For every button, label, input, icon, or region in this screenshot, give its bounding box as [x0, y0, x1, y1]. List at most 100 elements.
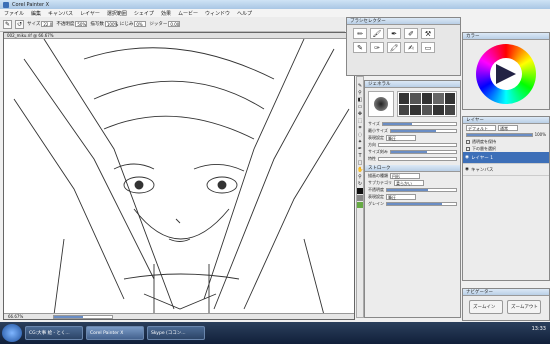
color-wheel[interactable]: [476, 44, 536, 104]
method-row: 描画の種類 円形: [365, 172, 460, 179]
opacity-field: 不透明度 50%: [56, 21, 88, 27]
zoom-slider[interactable]: [53, 315, 114, 319]
jitter-field: ジッター 0.00: [149, 21, 181, 27]
size-step-slider[interactable]: [389, 149, 457, 154]
dab-preview-dot: [374, 97, 388, 111]
feature-slider[interactable]: [378, 156, 457, 161]
taskbar: CG:大事 絵 - とく... Corel Painter X Skype (コ…: [0, 322, 550, 344]
method-label: 描画の種類: [368, 172, 388, 178]
menu-select[interactable]: 選択範囲: [107, 10, 127, 17]
jitter-input[interactable]: 0.00: [168, 21, 181, 27]
dab-type-grid[interactable]: [397, 91, 457, 117]
reset-icon[interactable]: ↺: [15, 19, 24, 29]
brush-icon[interactable]: 🖌: [370, 28, 384, 39]
canvas-window: 002_miku.rif @ 66.67% 66.67%: [3, 32, 355, 320]
grain-slider[interactable]: [386, 201, 457, 206]
text-tool-icon[interactable]: T: [357, 153, 363, 159]
menu-movie[interactable]: ムービー: [178, 10, 198, 17]
start-button[interactable]: [2, 324, 22, 342]
grabber-icon[interactable]: ✋: [357, 167, 363, 173]
brush-tool-icon[interactable]: ✎: [357, 83, 363, 89]
layer-adjust-icon[interactable]: ✥: [357, 111, 363, 117]
magnifier-icon[interactable]: ⚲: [357, 174, 363, 180]
layer-name-1: レイヤー 1: [470, 155, 494, 161]
layer-row-1[interactable]: ◉ レイヤー 1: [463, 152, 549, 164]
menu-canvas[interactable]: キャンバス: [48, 10, 73, 17]
subcat-select[interactable]: 柔らかい: [394, 179, 424, 186]
menu-effects[interactable]: 効果: [161, 10, 171, 17]
composite-select[interactable]: 通常: [498, 124, 518, 131]
layer-opacity-value: 100%: [534, 132, 546, 137]
main-color-swatch[interactable]: [357, 188, 363, 194]
size-step-label: サイズ刻み: [368, 148, 388, 154]
smooth-input[interactable]: 100%: [104, 21, 118, 27]
transform-icon[interactable]: ⬚: [357, 118, 363, 124]
menu-window[interactable]: ウィンドウ: [205, 10, 230, 17]
size-slider[interactable]: [381, 121, 457, 126]
size-input[interactable]: 22.0: [41, 21, 54, 27]
pick-checkbox[interactable]: [466, 146, 470, 151]
line-art-drawing[interactable]: [4, 39, 354, 315]
subcat-row: サブカテゴリ 柔らかい: [365, 179, 460, 186]
eraser-icon[interactable]: ▭: [421, 42, 435, 53]
menu-file[interactable]: ファイル: [4, 10, 24, 17]
paper-swatch[interactable]: [357, 195, 363, 201]
marker-icon[interactable]: ✒: [387, 28, 401, 39]
brush-tool-icon[interactable]: ✎: [3, 19, 12, 29]
paint-bucket-icon[interactable]: ◧: [357, 97, 363, 103]
layer-opacity-slider[interactable]: [466, 132, 533, 137]
opacity-slider[interactable]: [386, 187, 457, 192]
opacity-expr-select[interactable]: 筆圧: [386, 193, 416, 200]
layer-name-canvas: キャンバス: [470, 167, 494, 173]
menu-edit[interactable]: 編集: [31, 10, 41, 17]
opacity-input[interactable]: 50%: [75, 21, 88, 27]
feature-label: 特性: [368, 155, 376, 161]
dropper-icon[interactable]: ⚲: [357, 90, 363, 96]
pencil-icon[interactable]: ✏: [353, 28, 367, 39]
airbrush-icon[interactable]: ✐: [404, 28, 418, 39]
eraser-tool-icon[interactable]: ▭: [357, 104, 363, 110]
min-size-slider[interactable]: [389, 128, 457, 133]
menu-help[interactable]: ヘルプ: [237, 10, 252, 17]
chalk-icon[interactable]: ✎: [353, 42, 367, 53]
zoom-out-button[interactable]: ズームアウト: [507, 300, 541, 314]
grain-row: グレイン: [365, 200, 460, 207]
taskbar-item-painter[interactable]: Corel Painter X: [86, 326, 144, 340]
oil-icon[interactable]: 🖍: [387, 42, 401, 53]
color-title: カラー: [463, 33, 549, 40]
layer-options-row: デフォルト 通常: [463, 124, 549, 131]
zoom-in-button[interactable]: ズームイン: [469, 300, 503, 314]
grain-input[interactable]: 0%: [134, 21, 147, 27]
pen-tool-icon[interactable]: ✒: [357, 146, 363, 152]
preserve-checkbox[interactable]: [466, 139, 470, 144]
layer-row-canvas[interactable]: ◉ キャンバス: [463, 164, 549, 176]
watercolor-icon[interactable]: ✍: [404, 42, 418, 53]
opacity-row: 不透明度: [365, 186, 460, 193]
eye-icon[interactable]: ◉: [465, 155, 469, 160]
pattern-swatch[interactable]: [357, 202, 363, 208]
preserve-label: 透明度を保持: [472, 138, 496, 144]
direction-slider[interactable]: [378, 142, 457, 147]
eye-icon[interactable]: ◉: [465, 167, 469, 172]
crop-icon[interactable]: ⌗: [357, 125, 363, 131]
shape-tool-icon[interactable]: □: [357, 160, 363, 166]
zoom-readout: 66.67%: [8, 314, 24, 319]
taskbar-item-skype[interactable]: Skype (ココン...: [147, 326, 205, 340]
expression-select[interactable]: 筆圧: [386, 134, 416, 141]
lasso-icon[interactable]: ◌: [357, 132, 363, 138]
pen-icon[interactable]: ✑: [370, 42, 384, 53]
blend-select[interactable]: デフォルト: [466, 124, 496, 131]
magic-wand-icon[interactable]: ✦: [357, 139, 363, 145]
rotate-page-icon[interactable]: ↻: [357, 181, 363, 187]
menu-shapes[interactable]: シェイプ: [134, 10, 154, 17]
saturation-triangle[interactable]: [496, 64, 516, 84]
navigator-panel: ナビゲーター ズームイン ズームアウト: [462, 288, 550, 321]
direction-label: 方向: [368, 141, 376, 147]
size-row: サイズ: [365, 120, 460, 127]
taskbar-item-1[interactable]: CG:大事 絵 - とく...: [25, 326, 83, 340]
navigator-title: ナビゲーター: [463, 289, 549, 296]
min-size-row: 最小サイズ: [365, 127, 460, 134]
palette-knife-icon[interactable]: ⚒: [421, 28, 435, 39]
menu-layers[interactable]: レイヤー: [80, 10, 100, 17]
method-select[interactable]: 円形: [390, 172, 420, 179]
